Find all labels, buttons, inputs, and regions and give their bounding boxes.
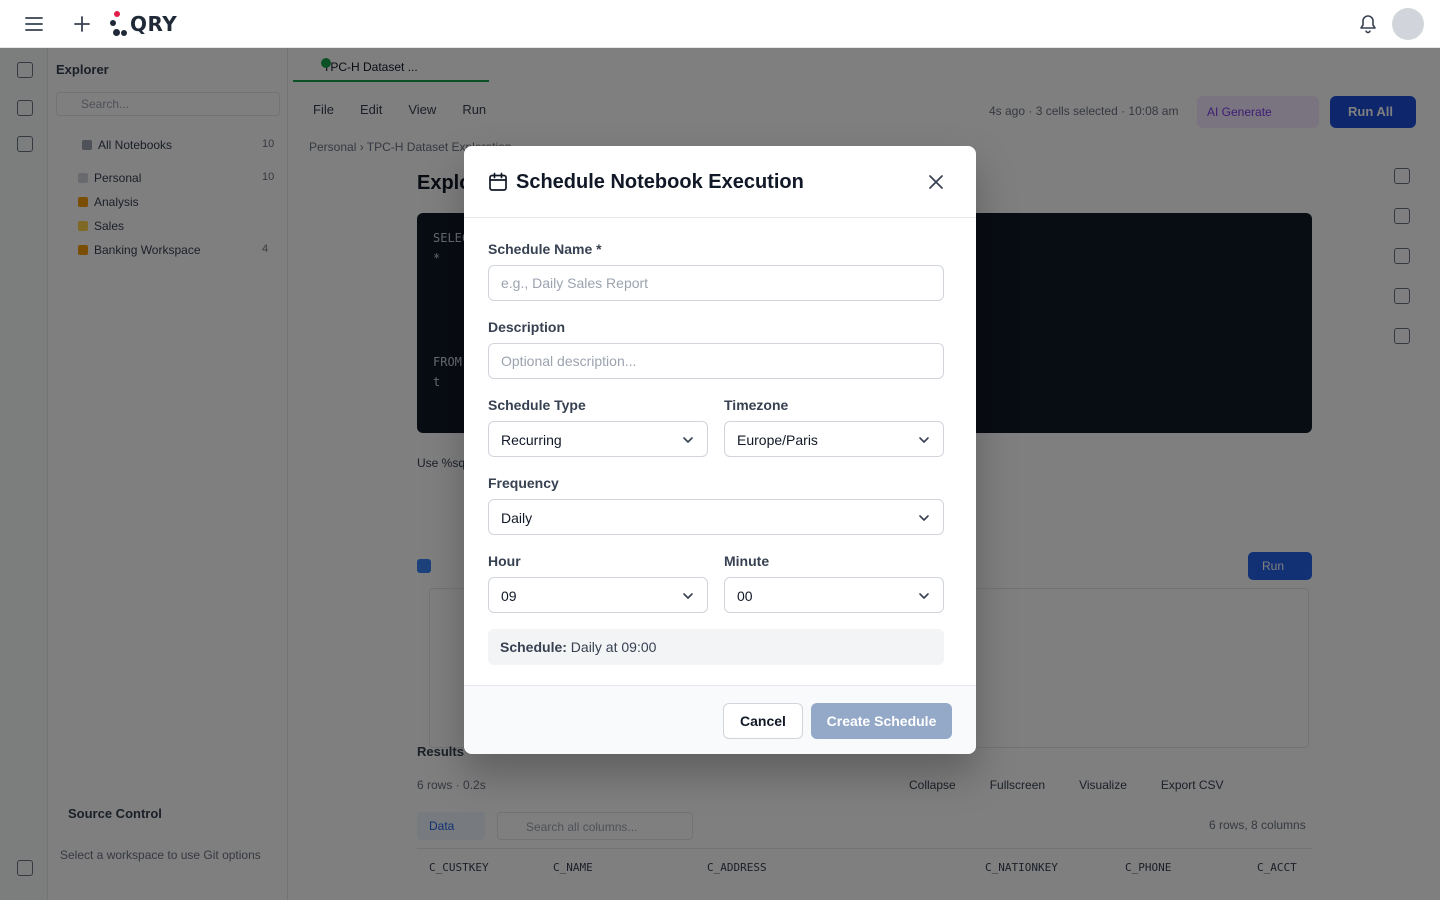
dialog-header: Schedule Notebook Execution [464, 146, 976, 218]
chevron-down-icon [683, 437, 693, 443]
chevron-down-icon [683, 593, 693, 599]
schedule-name-input[interactable] [488, 265, 944, 301]
hour-label: Hour [488, 553, 521, 569]
close-icon[interactable] [924, 170, 948, 194]
hour-select[interactable]: 09 [488, 577, 708, 613]
create-schedule-button[interactable]: Create Schedule [811, 703, 952, 739]
chevron-down-icon [919, 593, 929, 599]
description-label: Description [488, 319, 566, 335]
timezone-value: Europe/Paris [737, 432, 818, 448]
logo-text: QRY [130, 12, 178, 36]
calendar-icon [489, 172, 507, 191]
timezone-select[interactable]: Europe/Paris [724, 421, 944, 457]
new-notebook-plus-icon[interactable] [68, 10, 96, 38]
timezone-label: Timezone [724, 397, 789, 413]
hamburger-menu-icon[interactable] [20, 10, 48, 38]
hour-value: 09 [501, 588, 517, 604]
frequency-select[interactable]: Daily [488, 499, 944, 535]
schedule-type-value: Recurring [501, 432, 562, 448]
dialog-footer: Cancel Create Schedule [464, 685, 976, 754]
schedule-name-label: Schedule Name * [488, 241, 602, 257]
chevron-down-icon [919, 515, 929, 521]
description-input[interactable] [488, 343, 944, 379]
summary-text: Daily at 09:00 [570, 639, 657, 655]
frequency-value: Daily [501, 510, 533, 526]
minute-select[interactable]: 00 [724, 577, 944, 613]
frequency-label: Frequency [488, 475, 559, 491]
top-app-bar: QRY [0, 0, 1440, 48]
notifications-bell-icon[interactable] [1354, 10, 1382, 38]
logo-dots-icon [110, 9, 130, 39]
minute-value: 00 [737, 588, 753, 604]
minute-label: Minute [724, 553, 770, 569]
cancel-button[interactable]: Cancel [723, 703, 803, 739]
dialog-title: Schedule Notebook Execution [516, 171, 804, 193]
app-logo[interactable]: QRY [110, 8, 177, 40]
schedule-summary: Schedule: Daily at 09:00 [488, 629, 944, 665]
chevron-down-icon [919, 437, 929, 443]
schedule-type-label: Schedule Type [488, 397, 586, 413]
schedule-dialog: Schedule Notebook Execution Schedule Nam… [464, 146, 976, 754]
user-avatar[interactable] [1392, 8, 1424, 40]
summary-label: Schedule: [500, 639, 567, 655]
schedule-type-select[interactable]: Recurring [488, 421, 708, 457]
